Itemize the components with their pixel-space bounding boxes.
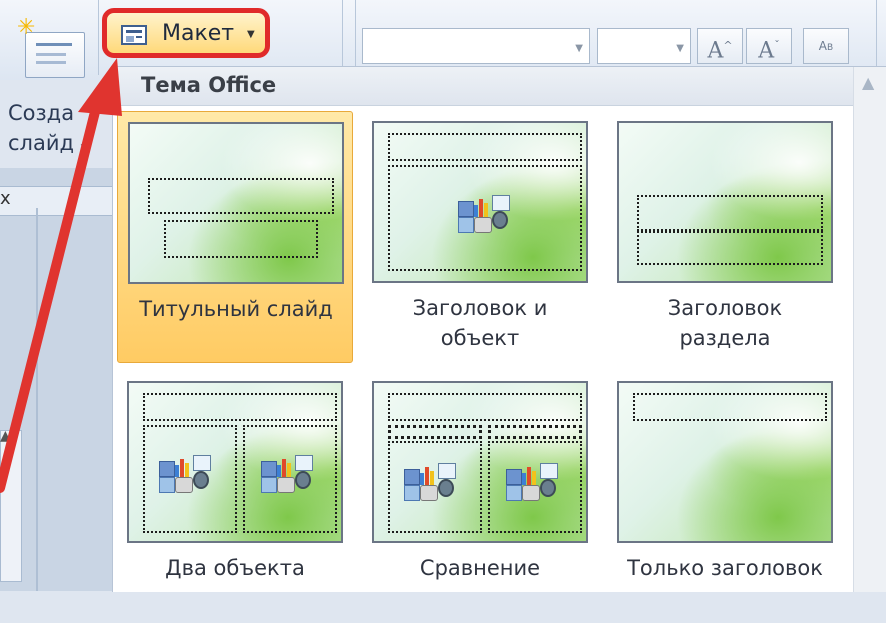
annotation-arrow (0, 58, 122, 493)
arrow-head (78, 58, 122, 116)
arrow-shaft (0, 87, 105, 493)
